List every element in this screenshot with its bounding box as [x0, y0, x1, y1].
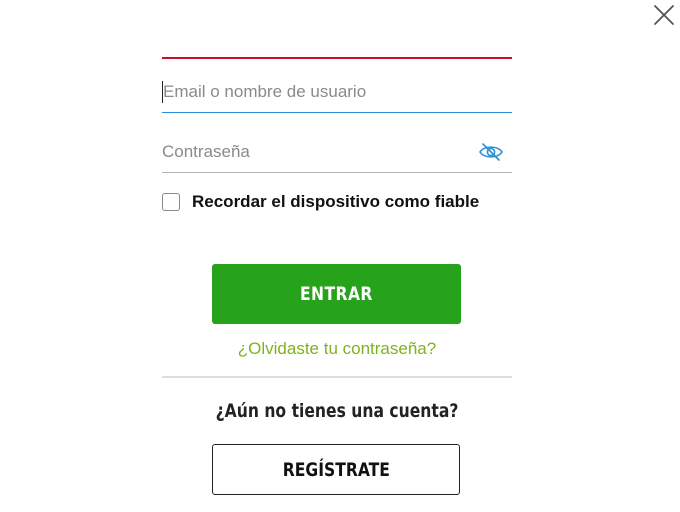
eye-icon — [479, 143, 503, 161]
section-divider — [162, 376, 512, 378]
show-password-button[interactable] — [478, 140, 504, 164]
email-input[interactable] — [162, 72, 512, 112]
no-account-text: ¿Aún no tienes una cuenta? — [215, 400, 459, 422]
header-accent-line — [162, 57, 512, 59]
remember-device-label[interactable]: Recordar el dispositivo como fiable — [192, 192, 479, 212]
login-dialog: Recordar el dispositivo como fiable ENTR… — [0, 0, 680, 512]
password-input[interactable] — [162, 132, 512, 172]
login-button-label: ENTRAR — [300, 283, 373, 305]
text-caret — [162, 81, 163, 103]
remember-device-checkbox[interactable] — [162, 193, 180, 211]
remember-device-row: Recordar el dispositivo como fiable — [162, 191, 479, 213]
register-button[interactable]: REGÍSTRATE — [212, 444, 460, 495]
password-field — [162, 132, 512, 173]
login-button[interactable]: ENTRAR — [212, 264, 461, 324]
forgot-password-link[interactable]: ¿Olvidaste tu contraseña? — [162, 339, 512, 359]
email-field — [162, 72, 512, 113]
close-icon — [654, 5, 674, 25]
no-account-prompt: ¿Aún no tienes una cuenta? — [162, 400, 512, 422]
register-button-label: REGÍSTRATE — [282, 458, 390, 481]
close-button[interactable] — [652, 3, 676, 27]
